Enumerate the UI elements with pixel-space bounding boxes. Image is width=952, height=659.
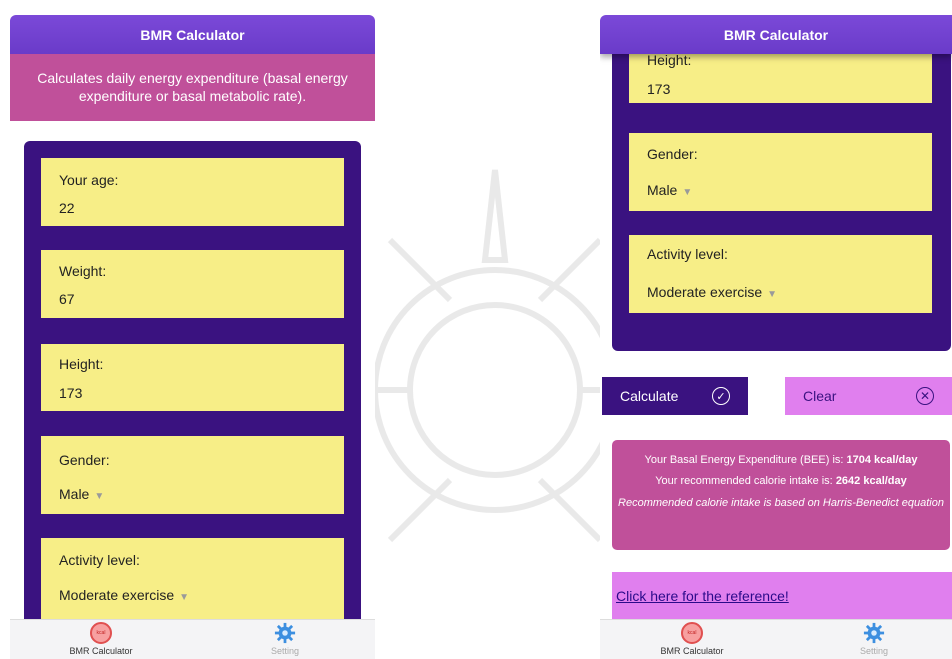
tab-setting[interactable]: Setting <box>235 622 335 656</box>
calculate-label: Calculate <box>620 388 679 404</box>
gender-select[interactable]: Male ▼ <box>59 486 104 502</box>
gender-label: Gender: <box>59 452 110 468</box>
height-label: Height: <box>647 52 692 68</box>
chevron-down-icon: ▼ <box>682 187 693 198</box>
bee-result: Your Basal Energy Expenditure (BEE) is: … <box>612 454 950 466</box>
gender-value: Male <box>59 486 90 502</box>
weight-input[interactable]: 67 <box>59 291 75 307</box>
equation-note: Recommended calorie intake is based on H… <box>618 497 944 509</box>
height-input[interactable]: 173 <box>647 81 670 97</box>
gear-icon <box>274 622 296 644</box>
app-title: BMR Calculator <box>723 26 829 43</box>
intake-value: 2642 kcal/day <box>835 475 907 487</box>
gear-icon <box>863 622 885 644</box>
age-label: Your age: <box>59 172 119 188</box>
gender-field[interactable]: Gender: Male ▼ <box>41 436 344 514</box>
tab-label-bmr: BMR Calculator <box>69 646 133 656</box>
result-card: Your Basal Energy Expenditure (BEE) is: … <box>612 440 950 550</box>
gender-value: Male <box>647 182 678 198</box>
activity-select[interactable]: Moderate exercise ▼ <box>59 587 189 603</box>
clear-button[interactable]: Clear ✕ <box>785 377 952 415</box>
activity-label: Activity level: <box>647 246 728 262</box>
app-description: Calculates daily energy expenditure (bas… <box>10 54 375 121</box>
tab-label-setting: Setting <box>270 646 300 656</box>
reference-bar: Click here for the reference! <box>612 572 952 620</box>
activity-field[interactable]: Activity level: Moderate exercise ▼ <box>629 235 932 313</box>
tab-label-setting: Setting <box>859 646 889 656</box>
activity-label: Activity level: <box>59 552 140 568</box>
phone-screen-result: Height: 173 Gender: Male ▼ Activity level… <box>600 15 952 659</box>
weight-label: Weight: <box>59 263 107 279</box>
bee-label: Your Basal Energy Expenditure (BEE) is: <box>644 454 844 466</box>
bee-value: 1704 kcal/day <box>846 454 918 466</box>
height-input[interactable]: 173 <box>59 385 82 401</box>
calculate-button[interactable]: Calculate ✓ <box>602 377 748 415</box>
input-form-scrolled: Height: 173 Gender: Male ▼ Activity level… <box>612 35 951 351</box>
tab-label-bmr: BMR Calculator <box>660 646 724 656</box>
tab-bmr-calculator[interactable]: kcal BMR Calculator <box>51 622 151 656</box>
action-buttons: Calculate ✓ Clear ✕ <box>600 377 952 415</box>
kcal-icon: kcal <box>90 622 112 644</box>
tab-bmr-calculator[interactable]: kcal BMR Calculator <box>642 622 742 656</box>
phone-screen-form: BMR Calculator Calculates daily energy e… <box>10 15 375 659</box>
activity-value: Moderate exercise <box>647 284 763 300</box>
app-title: BMR Calculator <box>140 26 245 43</box>
close-circle-icon: ✕ <box>916 387 934 405</box>
gender-select[interactable]: Male ▼ <box>647 182 692 198</box>
kcal-icon: kcal <box>681 622 703 644</box>
activity-value: Moderate exercise <box>59 587 175 603</box>
check-circle-icon: ✓ <box>712 387 730 405</box>
height-field[interactable]: Height: 173 <box>41 344 344 411</box>
chevron-down-icon: ▼ <box>94 491 105 502</box>
app-header: BMR Calculator <box>600 15 952 54</box>
activity-select[interactable]: Moderate exercise ▼ <box>647 284 777 300</box>
input-form: Your age: 22 Weight: 67 Height: 173 Gend… <box>24 141 361 659</box>
tab-bar: kcal BMR Calculator Setting <box>600 619 952 659</box>
tab-setting[interactable]: Setting <box>824 622 924 656</box>
chevron-down-icon: ▼ <box>179 592 190 603</box>
intake-label: Your recommended calorie intake is: <box>655 475 833 487</box>
gender-field[interactable]: Gender: Male ▼ <box>629 133 932 211</box>
height-label: Height: <box>59 356 104 372</box>
gender-label: Gender: <box>647 146 698 162</box>
clear-label: Clear <box>803 388 837 404</box>
reference-link[interactable]: Click here for the reference! <box>616 588 789 604</box>
chevron-down-icon: ▼ <box>767 289 778 300</box>
tab-bar: kcal BMR Calculator Setting <box>10 619 375 659</box>
intake-result: Your recommended calorie intake is: 2642… <box>612 475 950 487</box>
app-header: BMR Calculator <box>10 15 375 54</box>
age-input[interactable]: 22 <box>59 200 75 216</box>
age-field[interactable]: Your age: 22 <box>41 158 344 226</box>
weight-field[interactable]: Weight: 67 <box>41 250 344 318</box>
